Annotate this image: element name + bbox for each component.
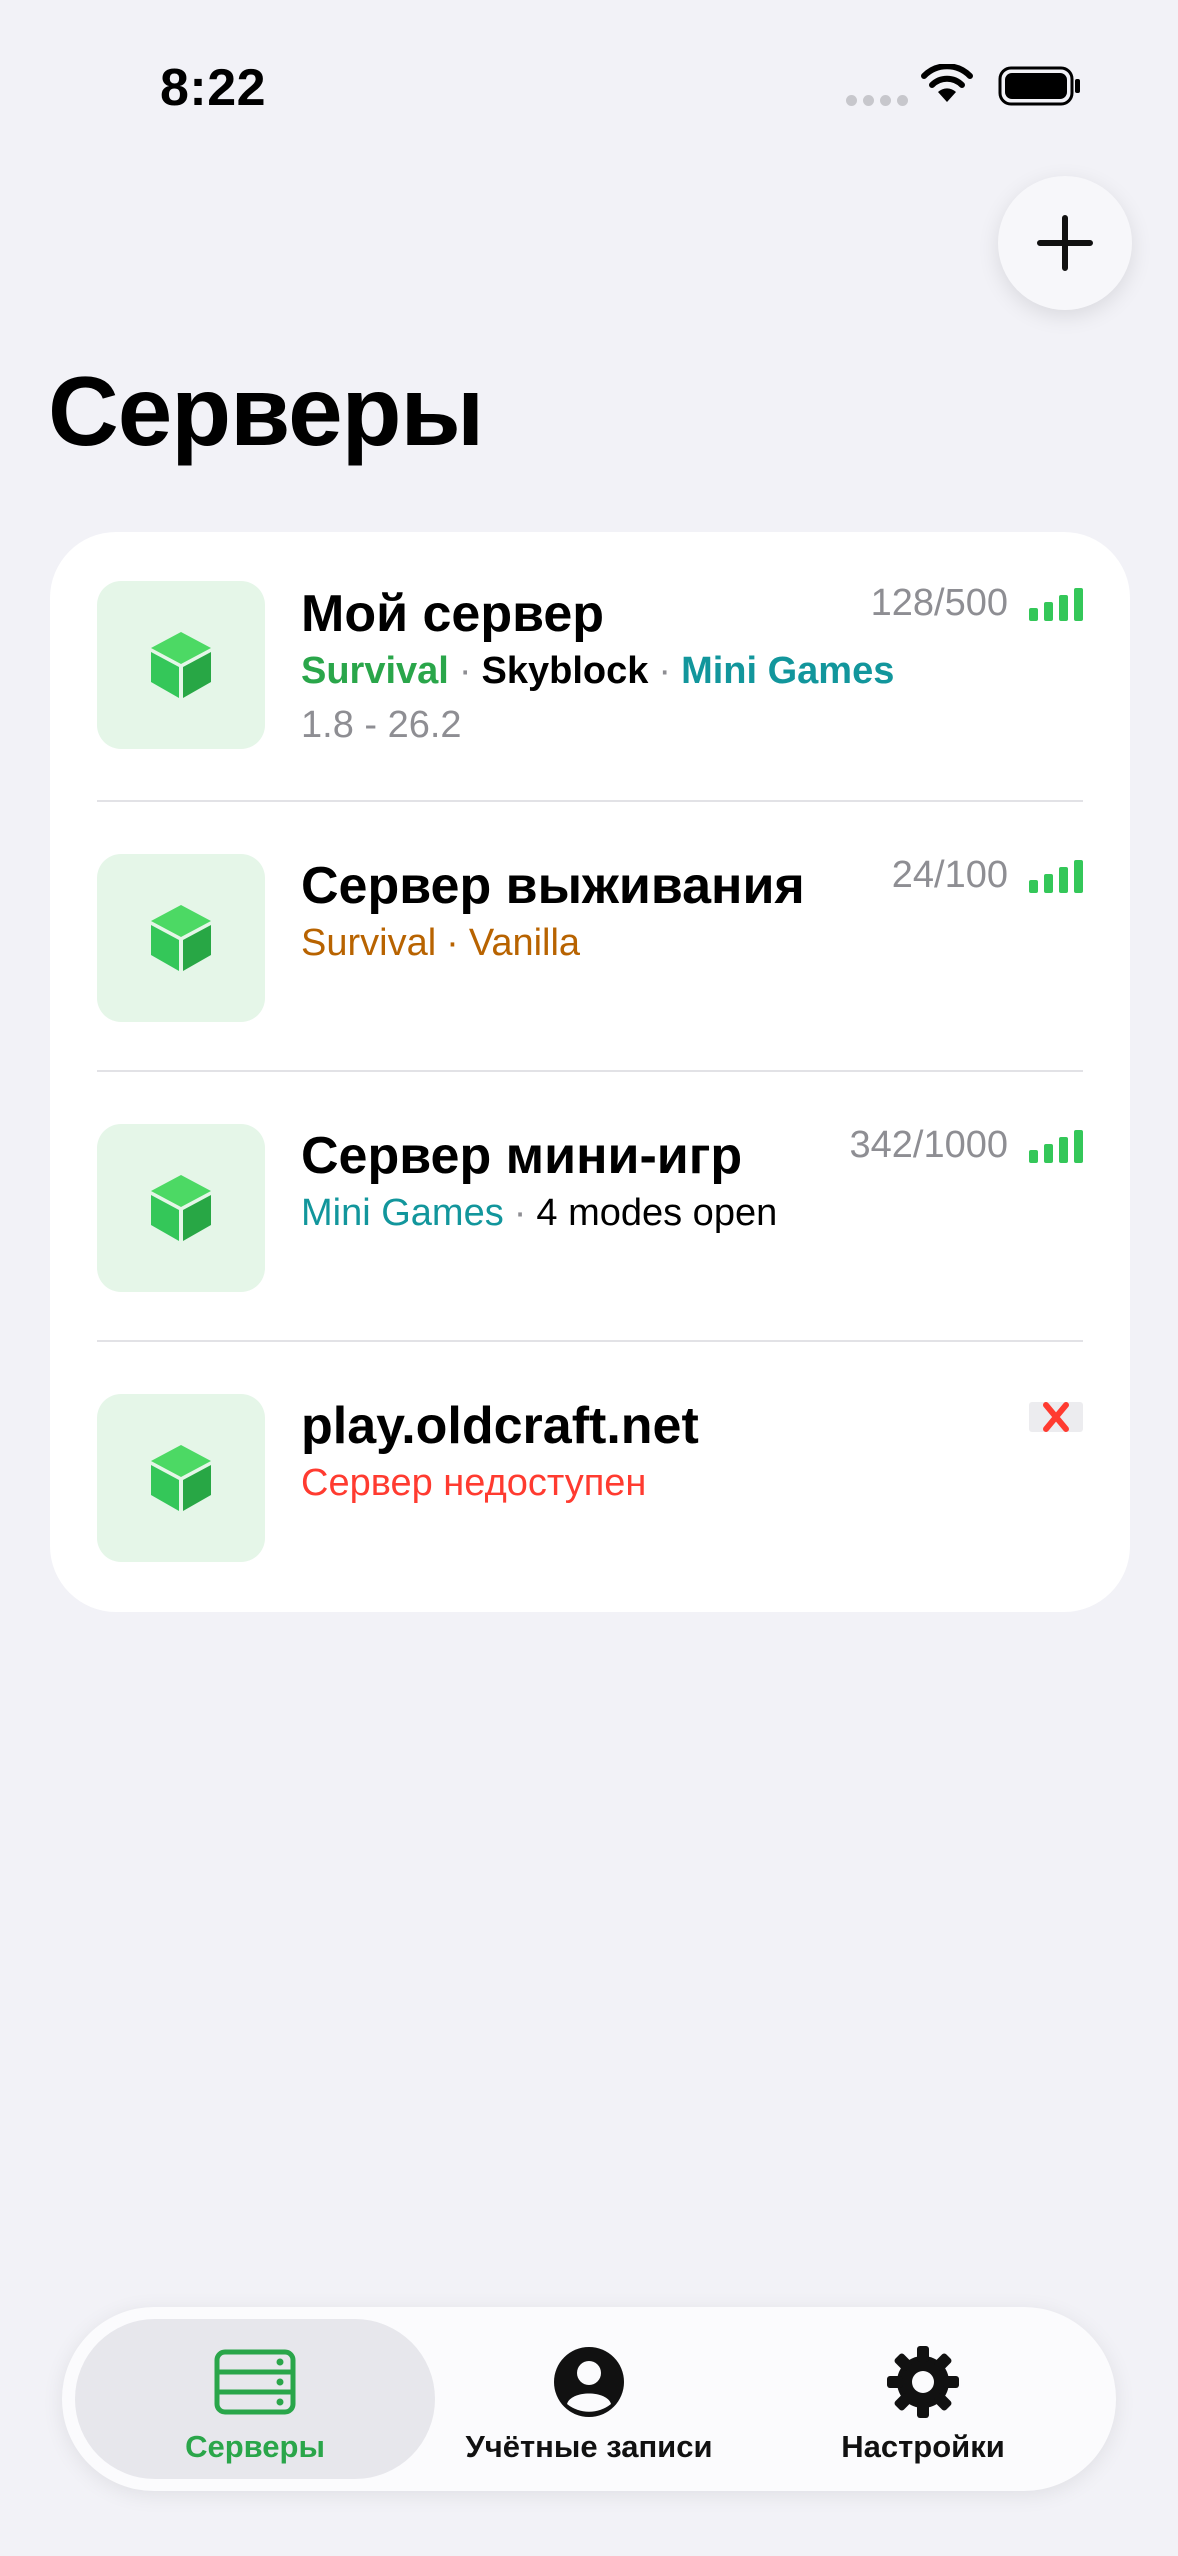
tag-survival: Survival — [301, 650, 449, 692]
tag-modes-open: 4 modes open — [536, 1192, 778, 1234]
tab-settings[interactable]: Настройки — [743, 2319, 1103, 2479]
gear-icon — [887, 2346, 959, 2418]
tab-label: Настройки — [841, 2429, 1005, 2464]
tab-bar: Серверы Учётные записи Настройки — [62, 2307, 1116, 2491]
cube-icon — [151, 1445, 211, 1511]
signal-strength-icon — [1029, 588, 1083, 621]
player-count: 24/100 — [891, 854, 1008, 896]
tag-skyblock: Skyblock — [481, 650, 649, 692]
server-name: Сервер выживания — [301, 857, 805, 915]
signal-strength-icon — [1029, 1130, 1083, 1163]
tab-label: Учётные записи — [465, 2429, 713, 2464]
signal-strength-icon — [1029, 860, 1083, 893]
server-tile — [97, 581, 265, 749]
server-tile — [97, 854, 265, 1022]
server-list: Мой сервер 128/500 Survival · Skyblock · Min… — [50, 532, 1130, 1612]
server-name: play.oldcraft.net — [301, 1397, 699, 1455]
server-name: Сервер мини-игр — [301, 1127, 743, 1185]
cube-icon — [151, 632, 211, 698]
add-server-button[interactable] — [998, 176, 1132, 310]
tab-accounts[interactable]: Учётные записи — [409, 2319, 769, 2479]
page-title: Серверы — [48, 356, 484, 466]
plus-icon — [1037, 215, 1093, 271]
cube-icon — [151, 905, 211, 971]
wifi-icon — [921, 64, 973, 102]
server-tile — [97, 1124, 265, 1292]
server-tags: Survival · Vanilla — [301, 922, 581, 964]
tag-vanilla: Vanilla — [468, 922, 581, 964]
server-row-mini-games[interactable]: Сервер мини-игр 342/1000 Mini Games · 4 mo… — [50, 1072, 1130, 1342]
status-bar: 8:22 — [0, 0, 1178, 170]
person-circle-icon — [554, 2347, 624, 2417]
server-name: Мой сервер — [301, 585, 605, 643]
server-status-text: Сервер недоступен — [301, 1462, 647, 1504]
server-tile — [97, 1394, 265, 1562]
player-count: 342/1000 — [849, 1124, 1009, 1166]
server-row-my-server[interactable]: Мой сервер 128/500 Survival · Skyblock · Min… — [50, 532, 1130, 802]
server-tags: Mini Games · 4 modes open — [301, 1192, 778, 1234]
server-tags: Survival · Skyblock · Mini Games — [301, 650, 895, 692]
tab-servers[interactable]: Серверы — [75, 2319, 435, 2479]
battery-icon — [998, 66, 1080, 106]
tab-label: Серверы — [185, 2429, 325, 2464]
server-row-oldcraft[interactable]: play.oldcraft.net Сервер недоступен — [50, 1342, 1130, 1612]
cube-icon — [151, 1175, 211, 1241]
server-row-survival[interactable]: Сервер выживания 24/100 Survival · Vanilla — [50, 802, 1130, 1072]
tag-mini-games: Mini Games — [301, 1192, 504, 1234]
server-version: 1.8 - 26.2 — [301, 704, 462, 746]
server-rack-icon — [214, 2349, 296, 2415]
tag-mini-games: Mini Games — [681, 650, 895, 692]
offline-status-icon — [1029, 1402, 1083, 1432]
status-time: 8:22 — [160, 59, 267, 117]
tag-survival: Survival — [301, 922, 437, 964]
cellular-signal-icon — [846, 95, 908, 106]
player-count: 128/500 — [870, 582, 1008, 624]
